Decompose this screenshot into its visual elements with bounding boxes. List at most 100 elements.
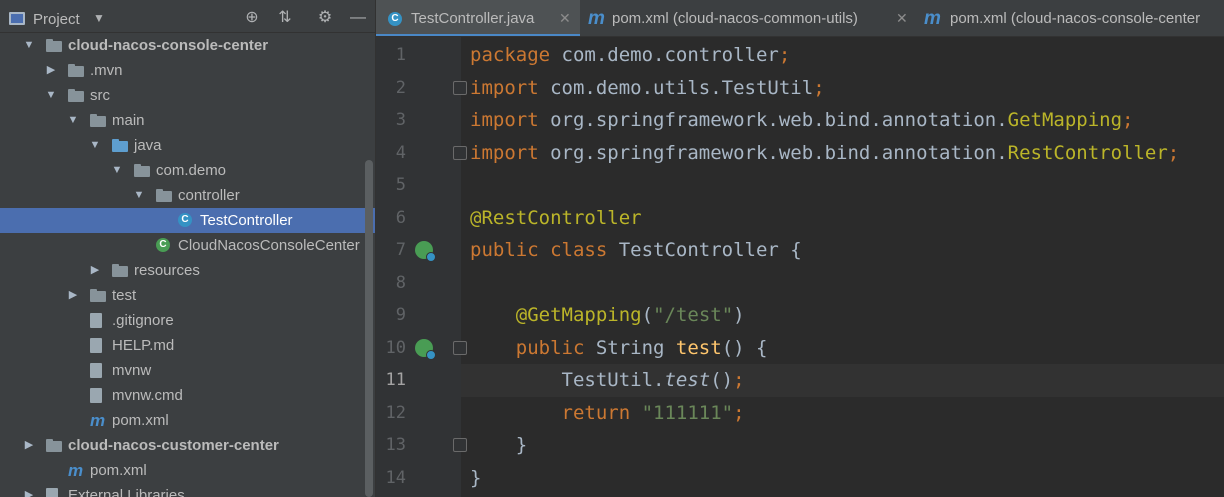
code-line[interactable]: package com.demo.controller; <box>461 39 1224 72</box>
tree-item[interactable]: C TestController <box>0 208 375 233</box>
web-endpoint-gutter-icon[interactable] <box>415 338 436 360</box>
tree-item[interactable]: .gitignore <box>0 308 375 333</box>
collapse-arrow-icon[interactable]: ▶ <box>88 258 102 283</box>
project-view-selector[interactable]: Project <box>33 11 80 29</box>
collapse-arrow-icon[interactable]: ▶ <box>22 433 36 458</box>
code-token: ; <box>778 44 791 66</box>
tree-item[interactable]: m pom.xml <box>0 458 375 483</box>
line-number-gutter[interactable]: 1 2 3 4 5 6 7 8 9 10 11 12 13 14 <box>376 37 467 497</box>
tab-label: pom.xml (cloud-nacos-common-utils) <box>612 10 858 27</box>
code-line[interactable] <box>461 169 1224 202</box>
expand-arrow-icon[interactable]: ▼ <box>88 133 102 158</box>
code-token: test <box>675 336 722 359</box>
code-token: TestController { <box>618 239 802 261</box>
project-view-icon[interactable] <box>9 12 25 25</box>
spring-bean-gutter-icon[interactable] <box>415 241 436 262</box>
tree-item[interactable]: ▶ test <box>0 283 375 308</box>
tab-pom-common-utils[interactable]: m pom.xml (cloud-nacos-common-utils) ✕ <box>580 0 918 36</box>
gear-icon[interactable]: ⚙ <box>316 9 334 27</box>
code-line[interactable]: public String test() { <box>461 332 1224 365</box>
collapse-all-icon[interactable]: ⇅ <box>276 9 294 27</box>
line-number: 3 <box>376 104 461 137</box>
expand-arrow-icon[interactable]: ▼ <box>110 158 124 183</box>
code-line[interactable]: } <box>461 462 1224 495</box>
tree-item-label: TestController <box>200 212 293 229</box>
code-line[interactable]: @RestController <box>461 202 1224 235</box>
code-line[interactable]: import org.springframework.web.bind.anno… <box>461 104 1224 137</box>
tree-item[interactable]: ▼ com.demo <box>0 158 375 183</box>
line-number: 9 <box>376 299 461 332</box>
code-line[interactable]: TestUtil.test(); <box>461 364 1224 397</box>
tree-item[interactable]: ▶ .mvn <box>0 58 375 83</box>
line-number: 4 <box>376 137 467 170</box>
code-token: @GetMapping <box>515 304 642 326</box>
minimize-icon[interactable]: — <box>349 9 367 27</box>
expand-arrow-icon[interactable]: ▼ <box>66 108 80 133</box>
tree-item[interactable]: C CloudNacosConsoleCenter <box>0 233 375 258</box>
tab-test-controller[interactable]: C TestController.java ✕ <box>376 0 580 36</box>
tree-item[interactable]: m pom.xml <box>0 408 375 433</box>
line-number: 7 <box>376 234 461 267</box>
folder-icon <box>90 289 106 302</box>
chevron-down-icon[interactable]: ▼ <box>93 11 105 25</box>
line-number: 5 <box>376 169 461 202</box>
tree-item[interactable]: ▼ src <box>0 83 375 108</box>
tree-item-label: test <box>112 287 137 304</box>
tree-item-label: HELP.md <box>112 337 175 354</box>
tree-item[interactable]: ▶ External Libraries <box>0 483 375 497</box>
tree-item-label: .mvn <box>90 62 123 79</box>
expand-arrow-icon[interactable]: ▼ <box>44 83 58 108</box>
close-icon[interactable]: ✕ <box>559 0 571 36</box>
collapse-arrow-icon[interactable]: ▶ <box>22 483 36 497</box>
expand-arrow-icon[interactable]: ▼ <box>22 33 36 58</box>
tree-item[interactable]: ▼ java <box>0 133 375 158</box>
project-panel: Project ▼ ⊕ ⇅ ⚙ — ▼ cloud-nacos-console-c… <box>0 0 375 497</box>
tree-scrollbar[interactable] <box>365 160 373 497</box>
code-line[interactable]: public class TestController { <box>461 234 1224 267</box>
tree-item[interactable]: mvnw <box>0 358 375 383</box>
tree-item-label: java <box>134 137 162 154</box>
tree-item[interactable]: HELP.md <box>0 333 375 358</box>
code-token: RestController <box>1007 141 1168 164</box>
line-number-text: 1 <box>395 45 406 65</box>
code-token: ; <box>1167 141 1180 164</box>
tree-item[interactable]: ▶ cloud-nacos-customer-center <box>0 433 375 458</box>
tree-item[interactable]: mvnw.cmd <box>0 383 375 408</box>
expand-arrow-icon[interactable]: ▼ <box>132 183 146 208</box>
tree-item-label: pom.xml <box>90 462 147 479</box>
class-icon: C <box>178 213 192 227</box>
folder-icon <box>68 89 84 102</box>
tree-item[interactable]: ▼ main <box>0 108 375 133</box>
code-line[interactable]: } <box>461 429 1224 462</box>
tree-item[interactable]: ▶ resources <box>0 258 375 283</box>
code-line[interactable]: @GetMapping("/test") <box>461 299 1224 332</box>
code-line[interactable]: import org.springframework.web.bind.anno… <box>461 137 1224 170</box>
line-number-text: 7 <box>395 240 406 260</box>
locate-icon[interactable]: ⊕ <box>243 9 261 27</box>
code-token: () <box>710 369 734 391</box>
tree-item[interactable]: ▼ controller <box>0 183 375 208</box>
folder-icon <box>90 114 106 127</box>
code-line[interactable] <box>461 267 1224 300</box>
collapse-arrow-icon[interactable]: ▶ <box>66 283 80 308</box>
package-icon <box>134 164 150 177</box>
code-token: import <box>470 76 551 99</box>
markdown-icon <box>90 338 102 353</box>
collapse-arrow-icon[interactable]: ▶ <box>44 58 58 83</box>
code-token: ; <box>1122 109 1134 131</box>
code-line[interactable]: import com.demo.utils.TestUtil; <box>461 72 1224 105</box>
tab-pom-console-center[interactable]: m pom.xml (cloud-nacos-console-center <box>918 0 1224 36</box>
source-folder-icon <box>112 139 128 152</box>
code-area[interactable]: package com.demo.controller; import com.d… <box>461 37 1224 497</box>
code-token: TestUtil <box>721 76 814 99</box>
code-token: org.springframework.web.bind.annotation. <box>550 109 1008 131</box>
close-icon[interactable]: ✕ <box>896 0 908 36</box>
line-number-text: 2 <box>395 77 406 98</box>
tree-item[interactable]: ▼ cloud-nacos-console-center <box>0 33 375 58</box>
code-token: ) <box>733 304 745 326</box>
code-token: } <box>470 466 482 489</box>
code-line[interactable]: return "111111"; <box>461 397 1224 430</box>
code-token: GetMapping <box>1007 109 1123 131</box>
code-token: com.demo.controller <box>561 44 779 66</box>
